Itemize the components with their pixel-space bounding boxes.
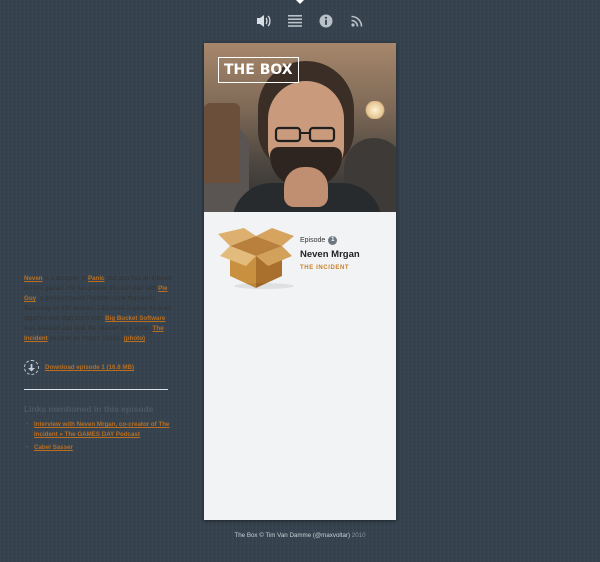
info-icon[interactable] (316, 12, 335, 30)
section-divider (24, 389, 168, 390)
rss-icon[interactable] (347, 12, 366, 30)
links-section-title: Links mentioned in this episode (24, 404, 154, 414)
speaker-icon[interactable] (254, 12, 273, 30)
link-neven[interactable]: Neven (24, 275, 43, 282)
list-icon[interactable] (285, 12, 304, 30)
link-big-bucket-software[interactable]: Big Bucket Software (105, 315, 165, 322)
the-box-logo[interactable]: THE BOX (218, 57, 299, 83)
episode-header: Episode 1 Neven Mrgan THE INCIDENT (204, 212, 396, 292)
links-list: Interview with Neven Mrgan, co-creator o… (24, 420, 174, 456)
episode-topic: THE INCIDENT (300, 265, 350, 271)
download-episode-link[interactable]: Download episode 1 (16.8 MB) (45, 364, 134, 371)
link-panic[interactable]: Panic (88, 275, 105, 282)
footer-year: 2010 (351, 532, 366, 539)
guest-name: Neven Mrgan (300, 249, 360, 260)
box-icon (218, 228, 294, 289)
episode-description: Neven is a designer at Panic, but also h… (24, 275, 172, 342)
footer-twitter-link[interactable]: @maxvoltar (315, 532, 348, 539)
link-interview-neven[interactable]: Interview with Neven Mrgan, co-creator o… (34, 421, 169, 438)
download-icon[interactable] (24, 360, 39, 375)
glasses-shape (274, 126, 336, 143)
top-navigation (254, 12, 366, 30)
link-cabel-sasser[interactable]: Cabel Sasser (34, 444, 73, 451)
footer-brand: The Box (234, 532, 258, 539)
active-nav-caret (296, 0, 304, 4)
episode-number-badge: 1 (328, 236, 338, 245)
episode-label: Episode 1 (300, 236, 338, 245)
download-row: Download episode 1 (16.8 MB) (24, 360, 134, 375)
list-item: Cabel Sasser (24, 443, 174, 453)
guest-photo: THE BOX (204, 43, 396, 212)
list-item: Interview with Neven Mrgan, co-creator o… (24, 420, 174, 440)
episode-card: THE BOX Episode 1 Neven Mrgan THE INCIDE… (204, 43, 396, 520)
link-photo[interactable]: (photo) (124, 335, 145, 342)
footer: The Box © Tim Van Damme (@maxvoltar) 201… (234, 532, 366, 539)
